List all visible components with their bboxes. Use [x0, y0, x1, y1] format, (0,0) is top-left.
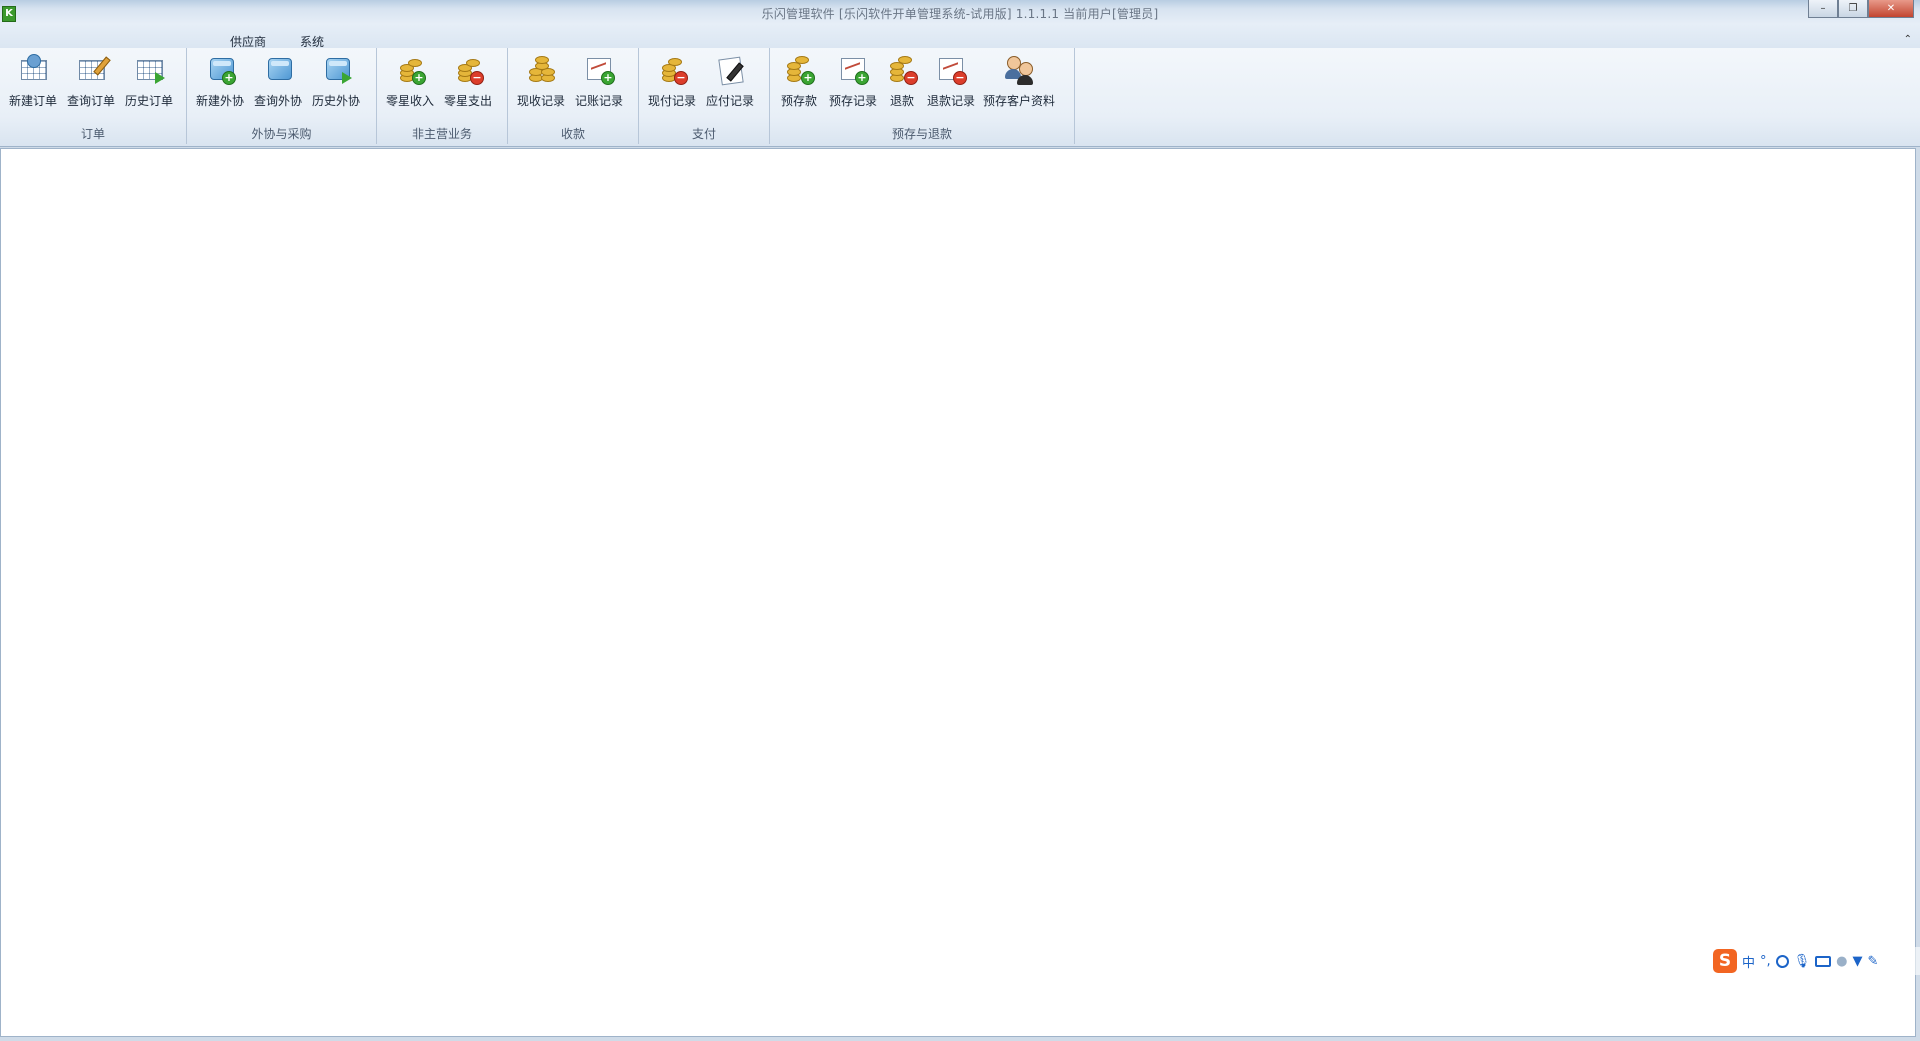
- deposit-customer-icon: [1003, 54, 1035, 86]
- ime-mode-toggle[interactable]: 中: [1742, 952, 1755, 971]
- group-label-payment: 支付: [691, 127, 716, 141]
- refund-record-label: 退款记录: [926, 94, 975, 108]
- misc-expense-button[interactable]: − 零星支出: [439, 54, 497, 124]
- cash-receipt-label: 现收记录: [516, 94, 565, 108]
- refund-label: 退款: [889, 94, 914, 108]
- group-label-receipt: 收款: [560, 127, 585, 141]
- window-controls: – ❐ ✕: [1808, 0, 1914, 18]
- misc-income-label: 零星收入: [385, 94, 434, 108]
- ime-toolbar: S 中 °, 🎙 ● ▼ ✎: [1711, 947, 1920, 975]
- history-order-icon: [133, 54, 165, 86]
- deposit-label: 预存款: [780, 94, 817, 108]
- main-content-area[interactable]: [0, 148, 1916, 1037]
- query-order-icon: [75, 54, 111, 86]
- ribbon-group-deposit-refund: + 预存款 + 预存记录 − 退款 − 退款记录 预存客户资料 预存与退款: [770, 48, 1075, 144]
- cash-receipt-icon: [525, 54, 557, 86]
- ribbon-group-payment: − 现付记录 应付记录 支付: [639, 48, 770, 144]
- ribbon-collapse-icon[interactable]: ⌃: [1904, 34, 1912, 45]
- close-button[interactable]: ✕: [1868, 0, 1914, 18]
- refund-button[interactable]: − 退款: [882, 54, 922, 124]
- cash-payment-icon: −: [656, 54, 688, 86]
- new-outsource-button[interactable]: + 新建外协: [191, 54, 249, 124]
- settings-wrench-icon[interactable]: ✎: [1868, 954, 1879, 969]
- skin-icon[interactable]: ▼: [1853, 954, 1863, 969]
- ribbon: 新建订单 查询订单 历史订单 订单 + 新建外协 查询外协 历史外协 外协与采购…: [0, 48, 1920, 147]
- query-outsource-button[interactable]: 查询外协: [249, 54, 307, 124]
- deposit-record-icon: +: [837, 54, 869, 86]
- query-outsource-label: 查询外协: [253, 94, 302, 108]
- payable-record-label: 应付记录: [705, 94, 754, 108]
- title-bar: K 乐闪管理软件 [乐闪软件开单管理系统-试用版] 1.1.1.1 当前用户[管…: [0, 0, 1920, 49]
- history-order-button[interactable]: 历史订单: [120, 54, 178, 124]
- deposit-button[interactable]: + 预存款: [774, 54, 824, 124]
- ribbon-group-outsource: + 新建外协 查询外协 历史外协 外协与采购: [187, 48, 377, 144]
- group-label-non-core: 非主营业务: [411, 127, 472, 141]
- refund-record-button[interactable]: − 退款记录: [922, 54, 980, 124]
- minimize-button[interactable]: –: [1808, 0, 1838, 18]
- new-order-button[interactable]: 新建订单: [4, 54, 62, 124]
- query-order-button[interactable]: 查询订单: [62, 54, 120, 124]
- ribbon-group-order: 新建订单 查询订单 历史订单 订单: [0, 48, 187, 144]
- deposit-icon: +: [783, 54, 815, 86]
- emoji-icon[interactable]: [1775, 954, 1789, 968]
- misc-income-button[interactable]: + 零星收入: [381, 54, 439, 124]
- group-label-deposit-refund: 预存与退款: [891, 127, 952, 141]
- refund-record-icon: −: [935, 54, 967, 86]
- new-order-icon: [17, 54, 49, 86]
- history-outsource-label: 历史外协: [311, 94, 360, 108]
- payable-record-icon: [714, 54, 746, 86]
- new-order-label: 新建订单: [8, 94, 57, 108]
- group-label-order: 订单: [80, 127, 105, 141]
- query-outsource-icon: [262, 54, 294, 86]
- deposit-customer-label: 预存客户资料: [983, 94, 1056, 108]
- microphone-icon[interactable]: 🎙: [1794, 954, 1811, 969]
- history-outsource-icon: [320, 54, 352, 86]
- ime-punctuation-toggle[interactable]: °,: [1760, 954, 1771, 969]
- misc-income-icon: +: [394, 54, 426, 86]
- refund-icon: −: [886, 54, 918, 86]
- cash-payment-label: 现付记录: [647, 94, 696, 108]
- keyboard-icon[interactable]: [1815, 955, 1832, 967]
- cash-receipt-button[interactable]: 现收记录: [512, 54, 570, 124]
- ribbon-group-non-core: + 零星收入 − 零星支出 非主营业务: [377, 48, 508, 144]
- maximize-button[interactable]: ❐: [1838, 0, 1868, 18]
- sogou-ime-icon[interactable]: S: [1713, 949, 1737, 973]
- deposit-record-button[interactable]: + 预存记录: [824, 54, 882, 124]
- window-title: 乐闪管理软件 [乐闪软件开单管理系统-试用版] 1.1.1.1 当前用户[管理员…: [761, 7, 1159, 21]
- deposit-customer-button[interactable]: 预存客户资料: [980, 54, 1058, 124]
- ribbon-group-receipt: 现收记录 + 记账记录 收款: [508, 48, 639, 144]
- new-outsource-icon: +: [204, 54, 236, 86]
- misc-expense-label: 零星支出: [443, 94, 492, 108]
- history-order-label: 历史订单: [124, 94, 173, 108]
- deposit-record-label: 预存记录: [828, 94, 877, 108]
- history-outsource-button[interactable]: 历史外协: [307, 54, 365, 124]
- ledger-record-icon: +: [583, 54, 615, 86]
- ledger-record-button[interactable]: + 记账记录: [570, 54, 628, 124]
- new-outsource-label: 新建外协: [195, 94, 244, 108]
- group-label-outsource: 外协与采购: [251, 127, 312, 141]
- query-order-label: 查询订单: [66, 94, 115, 108]
- cash-payment-button[interactable]: − 现付记录: [643, 54, 701, 124]
- ledger-record-label: 记账记录: [574, 94, 623, 108]
- misc-expense-icon: −: [452, 54, 484, 86]
- user-icon[interactable]: ●: [1836, 954, 1847, 969]
- payable-record-button[interactable]: 应付记录: [701, 54, 759, 124]
